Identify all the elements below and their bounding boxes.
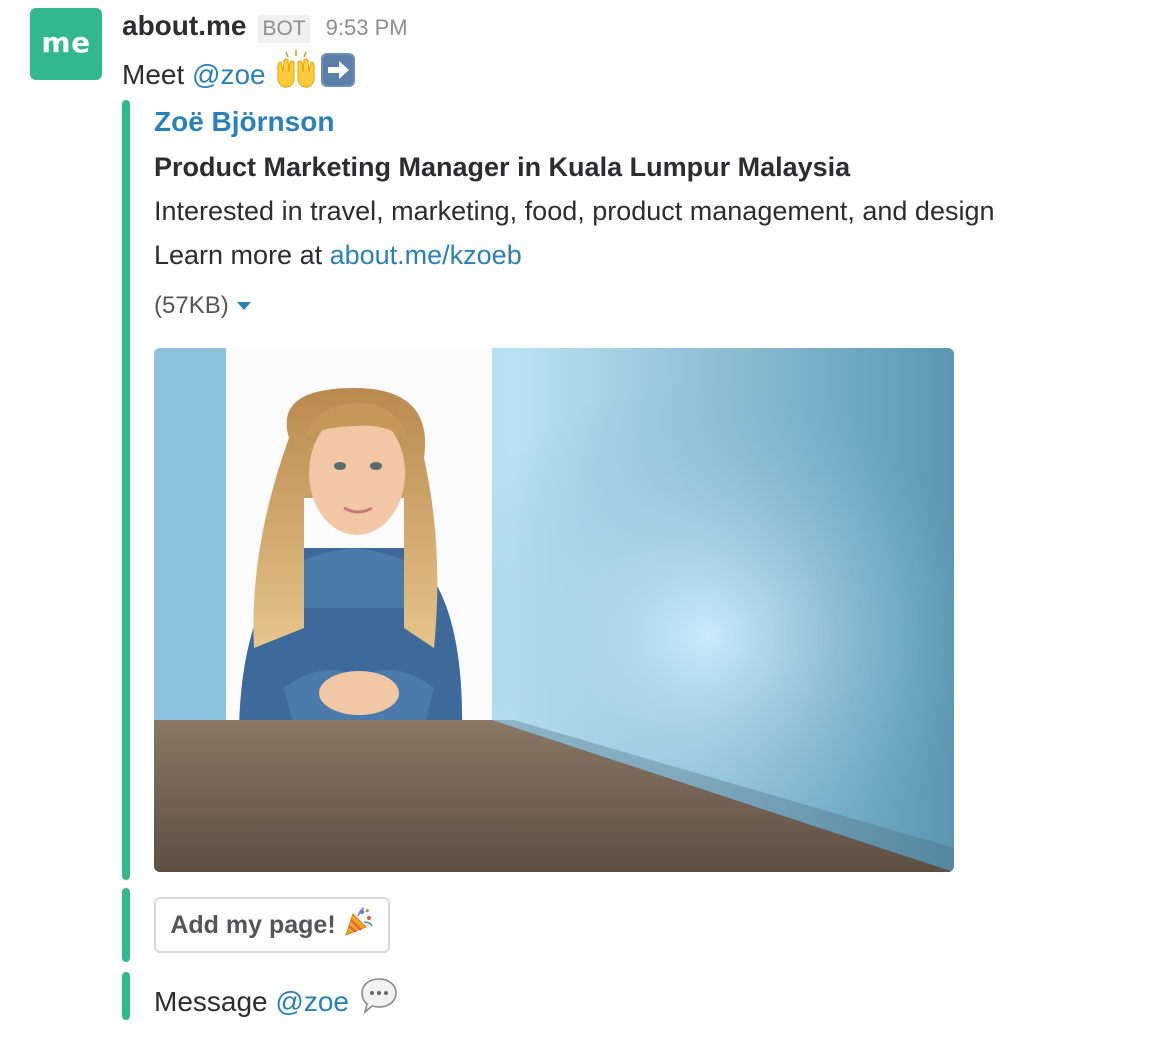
chevron-down-icon[interactable] [236,302,251,310]
message-header: about.me BOT 9:53 PM [122,10,408,46]
bot-badge: BOT [258,15,310,43]
footer-message: Message @zoe [154,976,399,1027]
file-size[interactable]: (57KB) [154,292,251,320]
add-my-page-label: Add my page! [170,910,336,939]
sender-name[interactable]: about.me [122,10,246,42]
footer-accent-bar [122,972,130,1020]
attachment-title[interactable]: Zoë Björnson [154,106,334,138]
speech-bubble-icon [359,976,399,1027]
attachment-subtitle: Product Marketing Manager in Kuala Lumpu… [154,152,851,182]
party-popper-icon [342,906,374,945]
timestamp[interactable]: 9:53 PM [326,15,408,41]
right-arrow-icon [320,52,356,97]
footer-prefix: Message [154,985,276,1017]
raising-hands-icon [274,50,318,99]
file-size-label: (57KB) [154,292,229,319]
message-prefix: Meet [122,58,193,90]
attachment-learn-more: Learn more at about.me/kzoeb [154,240,522,271]
profile-link[interactable]: about.me/kzoeb [330,240,522,270]
add-my-page-button[interactable]: Add my page! [154,897,390,953]
bot-message: me about.me BOT 9:53 PM Meet @zoe Zoë Bj… [0,0,1154,1040]
message-text: Meet @zoe [122,50,356,99]
mention-link[interactable]: @zoe [192,57,266,93]
attachment-interests: Interested in travel, marketing, food, p… [154,196,995,226]
profile-photo[interactable] [154,348,954,872]
attachment-accent-bar [122,100,130,880]
learn-more-prefix: Learn more at [154,240,330,270]
avatar[interactable]: me [30,8,102,80]
action-accent-bar [122,888,130,962]
footer-mention-link[interactable]: @zoe [275,982,349,1022]
